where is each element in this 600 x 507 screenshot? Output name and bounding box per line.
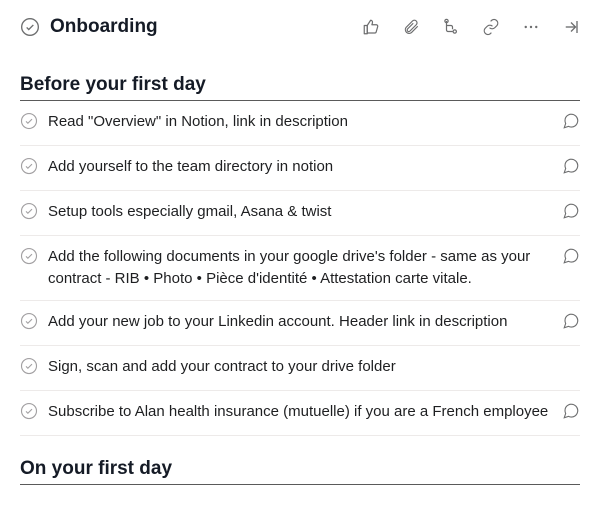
task-row[interactable]: Read "Overview" in Notion, link in descr… [20, 101, 580, 146]
check-circle-icon[interactable] [20, 247, 38, 270]
task-text: Add your new job to your Linkedin accoun… [48, 311, 552, 333]
check-circle-icon[interactable] [20, 357, 38, 380]
task-row[interactable]: Add the following documents in your goog… [20, 236, 580, 301]
comment-icon[interactable] [562, 402, 580, 425]
check-circle-icon[interactable] [20, 157, 38, 180]
header-actions [362, 18, 580, 36]
task-text: Setup tools especially gmail, Asana & tw… [48, 201, 552, 223]
attachment-icon[interactable] [402, 18, 420, 36]
check-circle-icon[interactable] [20, 402, 38, 425]
collapse-icon[interactable] [562, 18, 580, 36]
task-row[interactable]: Sign, scan and add your contract to your… [20, 346, 580, 391]
section-heading-firstday: On your first day [20, 446, 580, 485]
page-header: Onboarding [0, 0, 600, 52]
task-row[interactable]: Subscribe to Alan health insurance (mutu… [20, 391, 580, 436]
page-title: Onboarding [50, 16, 352, 38]
task-text: Sign, scan and add your contract to your… [48, 356, 580, 378]
comment-icon[interactable] [562, 157, 580, 180]
comment-icon[interactable] [562, 202, 580, 225]
check-circle-icon[interactable] [20, 312, 38, 335]
header-check-icon[interactable] [20, 17, 40, 37]
check-circle-icon[interactable] [20, 112, 38, 135]
content-area: Before your first day Read "Overview" in… [0, 62, 600, 485]
task-row[interactable]: Add your new job to your Linkedin accoun… [20, 301, 580, 346]
task-text: Read "Overview" in Notion, link in descr… [48, 111, 552, 133]
subtasks-icon[interactable] [442, 18, 460, 36]
task-list-before: Read "Overview" in Notion, link in descr… [20, 101, 580, 436]
like-icon[interactable] [362, 18, 380, 36]
more-icon[interactable] [522, 18, 540, 36]
comment-icon[interactable] [562, 112, 580, 135]
task-row[interactable]: Setup tools especially gmail, Asana & tw… [20, 191, 580, 236]
check-circle-icon[interactable] [20, 202, 38, 225]
comment-icon[interactable] [562, 312, 580, 335]
link-icon[interactable] [482, 18, 500, 36]
comment-icon[interactable] [562, 247, 580, 270]
task-row[interactable]: Add yourself to the team directory in no… [20, 146, 580, 191]
task-text: Add the following documents in your goog… [48, 246, 552, 290]
task-text: Add yourself to the team directory in no… [48, 156, 552, 178]
task-text: Subscribe to Alan health insurance (mutu… [48, 401, 552, 423]
section-heading-before: Before your first day [20, 62, 580, 101]
